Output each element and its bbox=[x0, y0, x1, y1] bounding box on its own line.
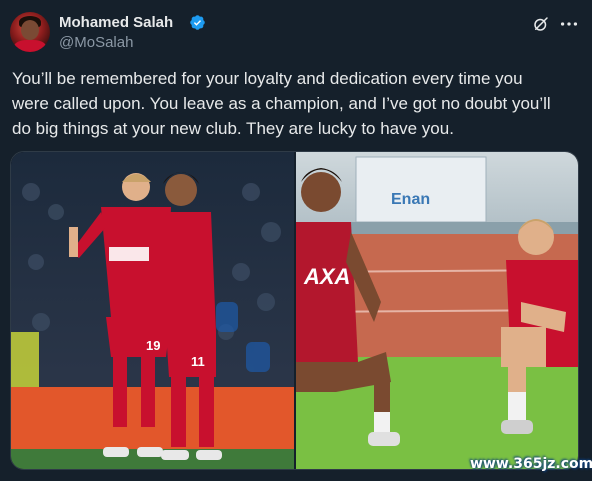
svg-text:AXA: AXA bbox=[303, 264, 350, 289]
avatar-face bbox=[21, 20, 39, 40]
svg-text:19: 19 bbox=[146, 338, 160, 353]
photo-training[interactable]: Enan AXA bbox=[296, 152, 578, 469]
photo-celebration[interactable]: 19 11 bbox=[11, 152, 294, 469]
author-handle[interactable]: @MoSalah bbox=[59, 34, 133, 51]
avatar[interactable] bbox=[10, 12, 50, 52]
tweet-media[interactable]: 19 11 Enan AXA bbox=[10, 151, 579, 470]
avatar-shirt bbox=[14, 40, 46, 52]
grok-icon[interactable] bbox=[532, 15, 550, 33]
svg-text:11: 11 bbox=[191, 354, 205, 369]
watermark: www.365jz.com bbox=[470, 456, 592, 472]
verified-badge-icon[interactable] bbox=[189, 14, 206, 31]
author-name[interactable]: Mohamed Salah bbox=[59, 14, 173, 31]
tweet-line: do big things at your new club. They are… bbox=[12, 119, 454, 138]
more-icon[interactable] bbox=[558, 13, 580, 35]
svg-text:Enan: Enan bbox=[391, 191, 430, 208]
tweet-text: You’ll be remembered for your loyalty an… bbox=[12, 66, 582, 141]
tweet-line: You’ll be remembered for your loyalty an… bbox=[12, 69, 523, 88]
tweet-header: Mohamed Salah @MoSalah bbox=[10, 12, 582, 54]
tweet-line: were called upon. You leave as a champio… bbox=[12, 94, 551, 113]
